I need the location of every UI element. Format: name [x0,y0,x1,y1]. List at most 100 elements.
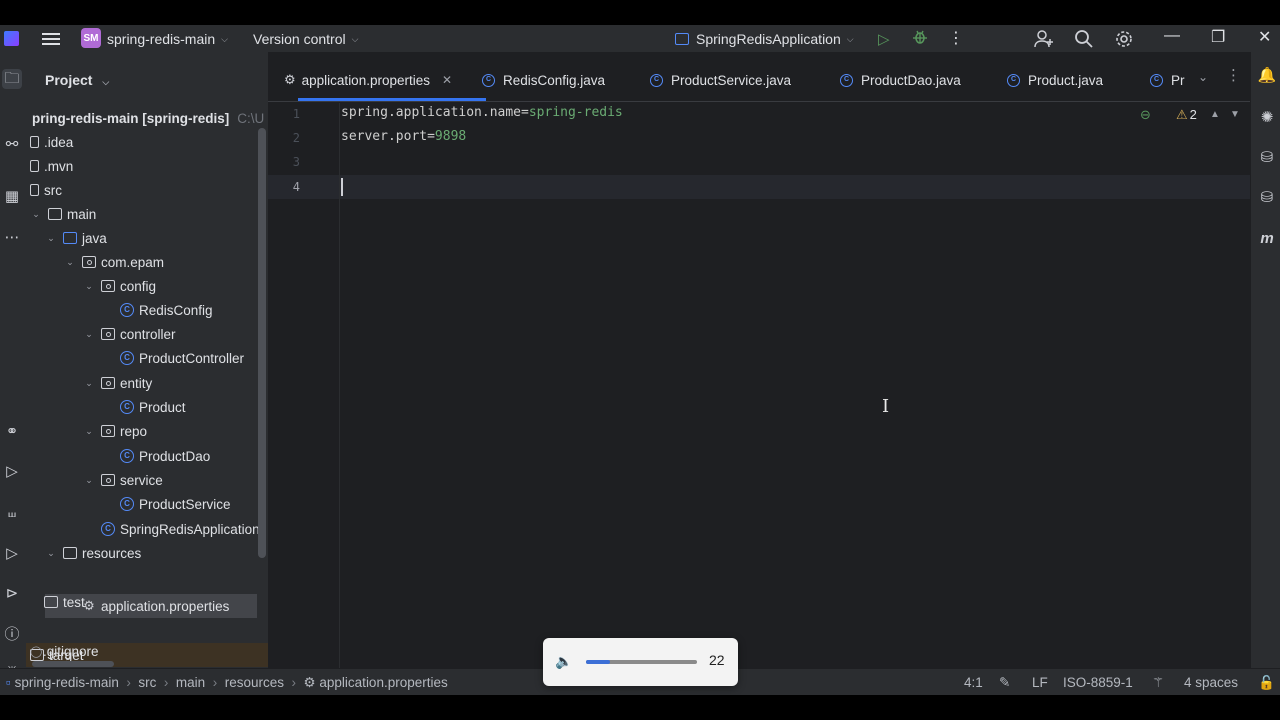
terminal-icon[interactable]: ⊳ [2,584,22,604]
volume-slider[interactable] [586,660,697,664]
tree-item-label: .mvn [44,158,74,174]
structure-icon[interactable]: ▦ [2,187,22,207]
project-tool-window: Project ⌵ pring-redis-main [spring-redis… [26,52,268,668]
close-tab-icon[interactable]: ✕ [442,73,452,87]
resources-folder-icon [63,547,77,559]
tab-product[interactable]: C Product.java [1007,70,1103,90]
add-user-icon[interactable] [1034,29,1054,52]
volume-level: 22 [709,652,725,668]
project-name: spring-redis-main [107,31,216,47]
main-menu-icon[interactable] [42,30,60,46]
commit-icon[interactable]: ⚯ [2,135,22,155]
no-problems-icon[interactable]: ⊖ [1140,107,1151,123]
breadcrumb-item[interactable]: resources [225,675,284,690]
tree-item-productservice[interactable]: C ProductService [114,492,268,516]
breadcrumb-item[interactable]: main [176,675,205,690]
plugin-icon[interactable]: ⛁ [1257,188,1277,208]
chevron-down-icon[interactable]: ⌄ [45,548,57,559]
chevron-down-icon[interactable]: ⌄ [83,281,95,292]
close-window-icon[interactable]: ✕ [1258,27,1271,47]
next-highlight-icon[interactable]: ▼ [1230,109,1240,120]
run-tool-icon[interactable]: ▷ [2,544,22,564]
tree-item-config[interactable]: ⌄ config [83,274,268,298]
speaker-icon[interactable]: 🔈 [555,653,572,670]
project-panel-header[interactable]: Project ⌵ [45,72,109,88]
search-icon[interactable] [1074,29,1094,52]
ai-assistant-icon[interactable]: ✺ [1257,108,1277,128]
tree-item-springredisapplication[interactable]: C SpringRedisApplication [95,517,268,541]
tree-item-product[interactable]: C Product [114,395,268,419]
vertical-scrollbar[interactable] [258,128,266,558]
no-edit-pencil-icon[interactable]: ✎ [999,675,1010,691]
tab-productservice[interactable]: C ProductService.java [650,70,791,90]
run-services-icon[interactable]: ▷ [2,462,22,482]
tree-root[interactable]: pring-redis-main [spring-redis] C:\U [32,106,268,130]
indent-setting[interactable]: 4 spaces [1184,675,1238,690]
tree-item-src[interactable]: src [30,178,268,202]
code-style-icon[interactable]: ⚚ [1152,675,1164,691]
caret-position[interactable]: 4:1 [964,675,983,690]
chevron-down-icon[interactable]: ⌄ [30,209,42,220]
maven-icon[interactable]: m [1257,230,1277,250]
tab-list-chevron-icon[interactable]: ⌄ [1198,70,1208,84]
tree-item-repo[interactable]: ⌄ repo [83,419,268,443]
tree-item-productdao[interactable]: C ProductDao [114,444,268,468]
chevron-down-icon[interactable]: ⌄ [64,257,76,268]
read-only-lock-icon[interactable]: 🔓 [1258,675,1275,691]
tree-item-mvn[interactable]: .mvn [30,154,268,178]
horizontal-scrollbar[interactable] [32,661,114,667]
tree-item-com-epam[interactable]: ⌄ com.epam [64,250,268,274]
tab-productdao[interactable]: C ProductDao.java [840,70,961,90]
warning-icon[interactable]: ⚠ 2 [1176,107,1197,123]
breadcrumb-item[interactable]: src [138,675,156,690]
more-tools-icon[interactable]: ⋯ [2,228,22,248]
line-number: 1 [292,107,300,121]
debug-button[interactable] [912,29,928,45]
run-button[interactable]: ▷ [878,30,890,48]
minimize-icon[interactable]: — [1164,27,1180,45]
database-icon[interactable]: ⛁ [1257,148,1277,168]
file-encoding[interactable]: ISO-8859-1 [1063,675,1133,690]
chevron-down-icon[interactable]: ⌄ [45,233,57,244]
tree-item-resources[interactable]: ⌄ resources [45,541,268,565]
problems-icon[interactable]: ⓘ [2,625,22,645]
tree-item-test[interactable]: test [38,590,268,614]
tree-item-service[interactable]: ⌄ service [83,468,268,492]
run-configuration-selector[interactable]: SpringRedisApplication ⌵ [675,31,854,47]
tab-overflow[interactable]: C Pr [1150,70,1185,90]
tab-more-actions-icon[interactable]: ⋮ [1226,66,1241,84]
code-editor[interactable]: 1 spring.application.name=spring-redis 2… [268,103,1250,668]
tree-item-gitignore[interactable]: ◯ .gitignore [30,639,268,663]
project-selector[interactable]: spring-redis-main ⌵ [107,31,228,47]
more-actions-icon[interactable]: ⋮ [948,28,964,48]
tree-item-controller[interactable]: ⌄ controller [83,322,268,346]
tab-application-properties[interactable]: ⚙ application.properties ✕ [284,70,452,90]
chevron-down-icon[interactable]: ⌄ [83,426,95,437]
class-icon: C [120,449,134,463]
breadcrumb-item[interactable]: spring-redis-main [15,675,119,690]
line-separator[interactable]: LF [1032,675,1048,690]
notifications-bell-icon[interactable]: 🔔 [1257,66,1277,86]
tree-item-entity[interactable]: ⌄ entity [83,371,268,395]
restore-icon[interactable]: ❐ [1211,27,1225,47]
version-control-menu[interactable]: Version control ⌵ [253,31,358,47]
tab-redisconfig[interactable]: C RedisConfig.java [482,70,605,90]
tab-label: Product.java [1028,72,1104,88]
build-hammer-icon[interactable]: ⧢ [2,503,22,523]
project-folder-icon[interactable]: 🗀 [2,69,22,89]
settings-gear-icon[interactable] [1114,29,1134,52]
chevron-down-icon[interactable]: ⌄ [83,475,95,486]
breadcrumb-item[interactable]: application.properties [319,675,447,690]
tree-item-main[interactable]: ⌄ main [30,202,268,226]
previous-highlight-icon[interactable]: ▲ [1210,109,1220,120]
services-icon[interactable]: ⚭ [2,422,22,442]
text-cursor-icon: I [882,396,890,417]
tree-item-label: .idea [44,134,74,150]
project-badge[interactable]: SM [81,28,101,48]
tree-item-idea[interactable]: .idea [30,130,268,154]
tree-item-productcontroller[interactable]: C ProductController [114,346,268,370]
tree-item-java[interactable]: ⌄ java [45,226,268,250]
tree-item-redisconfig[interactable]: C RedisConfig [114,298,268,322]
chevron-down-icon[interactable]: ⌄ [83,329,95,340]
chevron-down-icon[interactable]: ⌄ [83,378,95,389]
